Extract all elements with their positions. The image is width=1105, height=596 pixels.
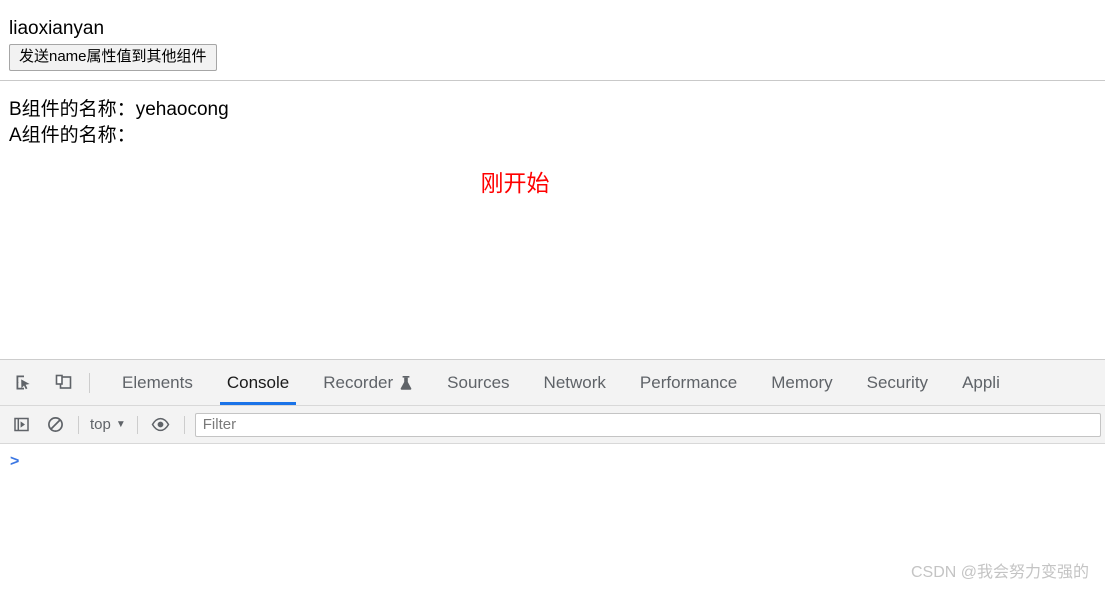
tab-elements-label: Elements: [122, 372, 193, 392]
flask-icon: [399, 375, 413, 391]
inspect-element-icon[interactable]: [6, 366, 40, 400]
devtools-tabbar: Elements Console Recorder Sources Networ…: [0, 360, 1105, 406]
browser-page-content: liaoxianyan 发送name属性值到其他组件 B组件的名称：yehaoc…: [0, 0, 1105, 359]
filterbar-divider-1: [78, 415, 79, 434]
component-b-label: B组件的名称：: [9, 99, 136, 120]
devtools-panel: Elements Console Recorder Sources Networ…: [0, 359, 1105, 596]
execute-snippet-icon[interactable]: [7, 412, 35, 438]
console-prompt-chevron-icon: >: [10, 453, 20, 470]
send-name-to-other-components-button[interactable]: 发送name属性值到其他组件: [9, 44, 217, 71]
component-a-name-row: A组件的名称：: [9, 124, 136, 148]
device-toolbar-icon[interactable]: [46, 366, 80, 400]
console-filter-input[interactable]: [194, 412, 1101, 437]
clear-console-icon[interactable]: [41, 412, 69, 438]
tab-network[interactable]: Network: [527, 360, 623, 405]
tab-sources[interactable]: Sources: [430, 360, 526, 405]
tab-application[interactable]: Appli: [945, 360, 1017, 405]
tab-console[interactable]: Console: [210, 360, 306, 405]
tab-elements[interactable]: Elements: [105, 360, 210, 405]
watermark: CSDN @我会努力变强的: [910, 564, 1089, 581]
console-settings-eye-icon[interactable]: [147, 412, 175, 438]
filterbar-divider-3: [183, 415, 185, 434]
tab-recorder[interactable]: Recorder: [306, 360, 430, 405]
console-context-selector[interactable]: top ▼: [85, 414, 131, 435]
tab-memory[interactable]: Memory: [754, 360, 849, 405]
tab-performance[interactable]: Performance: [623, 360, 754, 405]
tab-network-label: Network: [543, 372, 606, 392]
tab-performance-label: Performance: [639, 372, 738, 392]
tab-memory-label: Memory: [771, 372, 833, 392]
tab-sources-label: Sources: [447, 372, 510, 392]
console-filter-toolbar: top ▼: [0, 406, 1105, 444]
status-message: 刚开始: [480, 170, 550, 196]
tab-application-label: Appli: [962, 372, 1000, 392]
console-command-input[interactable]: [27, 453, 1105, 471]
devtools-tab-list: Elements Console Recorder Sources Networ…: [105, 360, 1017, 405]
component-a-label: A组件的名称：: [9, 125, 136, 146]
toolbar-divider: [89, 372, 90, 393]
chevron-down-icon: ▼: [115, 418, 126, 430]
component-b-value: yehaocong: [135, 99, 229, 120]
console-context-label: top: [90, 416, 111, 433]
console-prompt-row[interactable]: >: [0, 451, 1105, 473]
filterbar-divider-2: [136, 415, 138, 434]
tab-recorder-label: Recorder: [323, 372, 394, 392]
component-b-name-row: B组件的名称：yehaocong: [9, 98, 229, 122]
tab-console-label: Console: [226, 372, 290, 392]
tab-security-label: Security: [866, 372, 929, 392]
horizontal-divider: [0, 80, 1105, 81]
console-output-area[interactable]: > CSDN @我会努力变强的: [0, 444, 1105, 596]
tab-security[interactable]: Security: [850, 360, 945, 405]
page-title: liaoxianyan: [9, 18, 105, 39]
